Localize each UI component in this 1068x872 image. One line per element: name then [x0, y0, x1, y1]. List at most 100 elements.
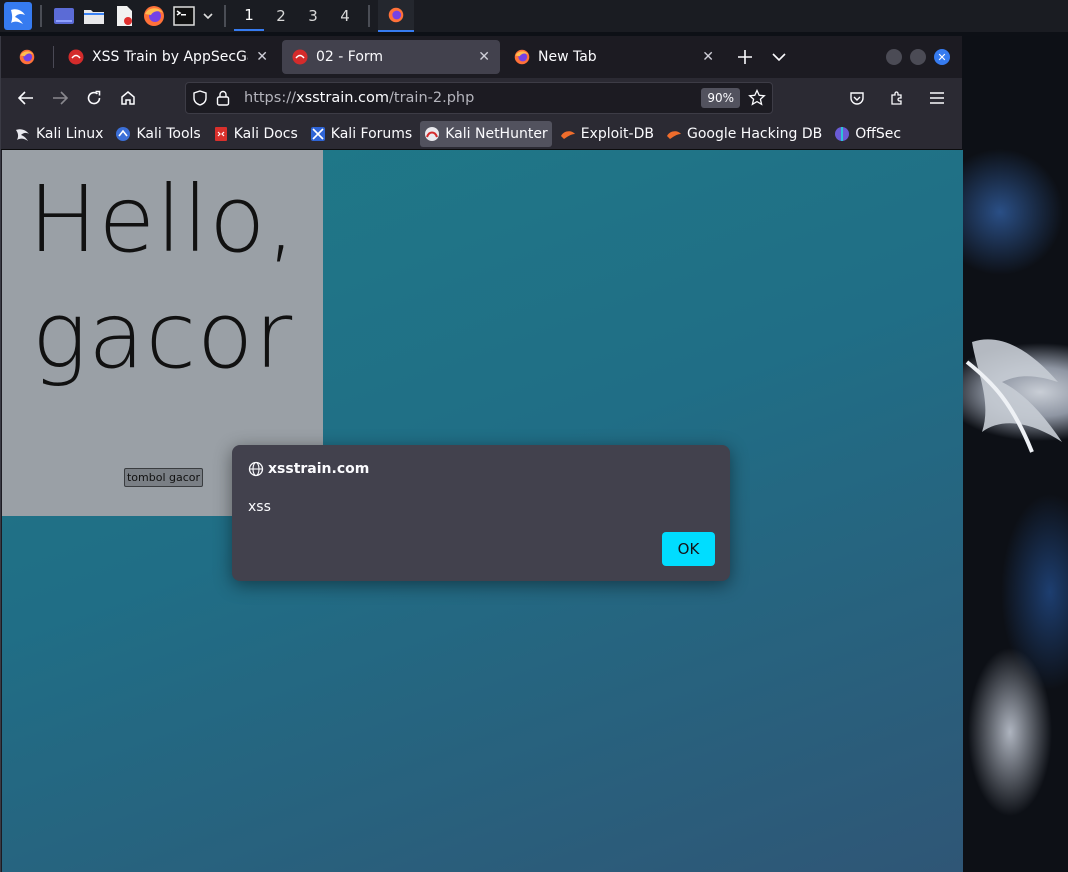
panel-separator — [40, 5, 42, 27]
bookmark-exploit-db[interactable]: Exploit-DB — [556, 121, 658, 147]
tab-strip: XSS Train by AppSecGam ✕ 02 - Form ✕ New… — [1, 36, 962, 78]
taskbar-firefox-window[interactable] — [378, 0, 414, 32]
tombol-gacor-button[interactable]: tombol gacor — [124, 468, 203, 487]
reload-button[interactable] — [77, 82, 111, 114]
bookmark-star-icon[interactable] — [748, 89, 766, 107]
panel-separator — [224, 5, 226, 27]
terminal-launcher-button[interactable] — [170, 2, 198, 30]
chevron-down-icon — [203, 13, 213, 20]
nethunter-icon — [425, 126, 440, 141]
top-panel: 1 2 3 4 — [0, 0, 1068, 32]
appsec-icon — [68, 49, 84, 65]
tab-02-form[interactable]: 02 - Form ✕ — [282, 40, 500, 74]
workspace-1-button[interactable]: 1 — [234, 1, 264, 31]
bookmark-label: Kali NetHunter — [445, 125, 548, 142]
tab-title: New Tab — [538, 49, 597, 65]
bookmark-label: Kali Docs — [233, 125, 298, 142]
back-button[interactable] — [9, 82, 43, 114]
kali-dragon-wallpaper-art — [965, 339, 1062, 453]
firefox-icon — [388, 7, 404, 23]
tracking-shield-icon[interactable] — [192, 90, 208, 106]
bookmark-label: Kali Forums — [330, 125, 413, 142]
address-bar[interactable]: https://xsstrain.com/train-2.php 90% — [185, 82, 773, 114]
bookmark-kali-tools[interactable]: Kali Tools — [111, 121, 204, 147]
workspace-2-button[interactable]: 2 — [266, 1, 296, 31]
home-button[interactable] — [111, 82, 145, 114]
puzzle-piece-icon — [891, 91, 902, 105]
tab-close-icon[interactable]: ✕ — [256, 49, 268, 65]
lock-icon[interactable] — [216, 90, 230, 106]
tab-title: 02 - Form — [316, 49, 384, 65]
maximize-button[interactable] — [910, 49, 926, 65]
url-host: xsstrain.com — [295, 90, 390, 106]
tab-xss-train[interactable]: XSS Train by AppSecGam ✕ — [58, 40, 278, 74]
alert-origin: xsstrain.com — [268, 461, 370, 477]
kali-forums-icon — [310, 126, 325, 141]
reload-icon — [87, 90, 101, 105]
bookmark-kali-linux[interactable]: Kali Linux — [11, 121, 107, 147]
list-all-tabs-button[interactable] — [762, 40, 796, 74]
url-path: /train-2.php — [389, 90, 475, 106]
alert-dialog: xsstrain.com xss OK — [232, 445, 730, 581]
chevron-down-icon — [772, 53, 786, 62]
url-text[interactable]: https://xsstrain.com/train-2.php — [238, 90, 693, 106]
tab-close-icon[interactable]: ✕ — [478, 49, 490, 65]
bookmark-kali-forums[interactable]: Kali Forums — [306, 121, 416, 147]
greeting-heading: Hello, gacor — [2, 150, 323, 394]
firefox-icon — [19, 49, 35, 65]
app-menu-button[interactable] — [920, 82, 954, 114]
plus-icon — [738, 50, 752, 64]
alert-header: xsstrain.com — [248, 461, 369, 477]
firefox-icon — [144, 6, 164, 26]
appsec-icon — [292, 49, 308, 65]
workspace-4-button[interactable]: 4 — [330, 1, 360, 31]
bookmark-google-hacking-db[interactable]: Google Hacking DB — [662, 121, 826, 147]
kali-dragon-icon — [11, 9, 25, 24]
bookmark-label: Google Hacking DB — [686, 125, 823, 142]
minimize-button[interactable] — [886, 49, 902, 65]
arrow-left-icon — [18, 91, 33, 105]
globe-icon — [248, 461, 264, 477]
bookmark-kali-nethunter[interactable]: Kali NetHunter — [420, 120, 552, 147]
alert-message: xss — [248, 499, 271, 515]
url-scheme: https:// — [244, 90, 296, 106]
firefox-launcher-button[interactable] — [140, 2, 168, 30]
kali-menu-button[interactable] — [4, 2, 32, 30]
file-manager-button[interactable] — [80, 2, 108, 30]
desktop-icon — [54, 8, 74, 24]
zoom-level-badge[interactable]: 90% — [701, 88, 740, 108]
bookmark-label: OffSec — [855, 125, 902, 142]
bookmark-offsec[interactable]: OffSec — [830, 121, 905, 147]
extensions-button[interactable] — [880, 82, 914, 114]
toolbar-right-group — [840, 82, 954, 114]
kali-tools-icon — [116, 126, 131, 141]
bookmark-kali-docs[interactable]: Kali Docs — [209, 121, 302, 147]
bookmark-label: Exploit-DB — [580, 125, 654, 142]
workspace-3-button[interactable]: 3 — [298, 1, 328, 31]
home-icon — [121, 91, 135, 105]
tab-pinned-firefox[interactable] — [5, 40, 49, 74]
alert-ok-button[interactable]: OK — [662, 532, 715, 566]
greeting-line-2: gacor — [31, 282, 294, 389]
bookmarks-toolbar: Kali Linux Kali Tools Kali Docs Kali For… — [1, 118, 962, 150]
kali-docs-icon — [214, 126, 227, 141]
text-editor-icon — [117, 6, 132, 26]
folder-icon — [84, 10, 104, 24]
forward-button[interactable] — [43, 82, 77, 114]
new-tab-button[interactable] — [728, 40, 762, 74]
pocket-button[interactable] — [840, 82, 874, 114]
firefox-icon — [514, 49, 530, 65]
offsec-icon — [835, 126, 850, 141]
exploit-db-icon — [560, 130, 575, 139]
tab-new-tab[interactable]: New Tab ✕ — [504, 40, 724, 74]
arrow-right-icon — [53, 91, 68, 105]
text-editor-button[interactable] — [110, 2, 138, 30]
tab-separator — [53, 46, 54, 68]
hamburger-menu-icon — [930, 92, 944, 104]
close-window-button[interactable]: ✕ — [934, 49, 950, 65]
launcher-dropdown-button[interactable] — [200, 2, 216, 30]
terminal-icon — [173, 6, 195, 26]
panel-separator — [368, 5, 370, 27]
tab-close-icon[interactable]: ✕ — [702, 49, 714, 65]
show-desktop-button[interactable] — [50, 2, 78, 30]
